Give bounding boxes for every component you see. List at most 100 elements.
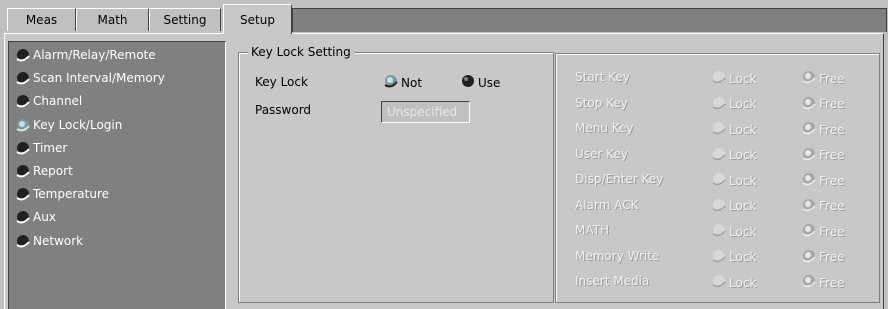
radio-free-label: Free xyxy=(819,148,845,162)
radio-free[interactable]: Free xyxy=(802,96,844,113)
radio-lock-label: Lock xyxy=(729,97,757,111)
radio-free[interactable]: Free xyxy=(802,172,844,189)
radio-lock[interactable]: Lock xyxy=(712,198,756,215)
radio-selected-icon xyxy=(16,118,30,132)
radio-disabled-icon xyxy=(712,121,726,138)
tab-setup[interactable]: Setup xyxy=(223,4,292,34)
sidebar-item-label: Scan Interval/Memory xyxy=(33,71,165,86)
group-title: Key Lock Setting xyxy=(248,45,354,59)
radio-lock-label: Lock xyxy=(729,275,757,290)
radio-free[interactable]: Free xyxy=(802,223,844,240)
sidebar-item-label: Aux xyxy=(33,210,56,225)
radio-lock[interactable]: Lock xyxy=(712,147,756,164)
key-lock-label: Key Lock xyxy=(255,75,308,89)
tab-label: Setting xyxy=(163,13,207,27)
sidebar-item-label: Alarm/Relay/Remote xyxy=(33,48,156,62)
radio-disabled-selected-icon xyxy=(802,249,816,266)
radio-lock[interactable]: Lock xyxy=(712,223,756,240)
radio-use-label: Use xyxy=(478,75,501,90)
radio-unselected-icon xyxy=(16,210,30,224)
radio-free-label: Free xyxy=(819,122,845,137)
sidebar-item[interactable]: Alarm/Relay/Remote xyxy=(16,45,156,65)
tab-label: Math xyxy=(97,13,128,27)
radio-use[interactable]: Use xyxy=(461,74,500,91)
radio-disabled-selected-icon xyxy=(802,172,816,189)
radio-lock-label: Lock xyxy=(729,122,757,137)
key-row-label: User Key xyxy=(575,146,628,161)
sidebar-item-label: Network xyxy=(33,233,84,248)
password-label: Password xyxy=(255,103,312,117)
sidebar-item[interactable]: Network xyxy=(16,231,83,251)
sidebar-item[interactable]: Report xyxy=(16,161,73,181)
radio-selected-icon xyxy=(384,74,398,91)
tab-label: Setup xyxy=(240,12,275,27)
key-row-label: Alarm ACK xyxy=(575,197,639,212)
radio-not-label: Not xyxy=(401,75,423,90)
sidebar-item[interactable]: Aux xyxy=(16,207,56,227)
radio-unselected-icon xyxy=(16,48,30,62)
radio-disabled-selected-icon xyxy=(802,274,816,291)
radio-not[interactable]: Not xyxy=(384,74,422,91)
radio-free-label: Free xyxy=(819,224,845,239)
radio-lock-label: Lock xyxy=(729,71,757,86)
radio-free[interactable]: Free xyxy=(802,121,844,138)
radio-disabled-icon xyxy=(712,96,726,113)
tab-bar-fill xyxy=(292,8,887,32)
radio-lock-label: Lock xyxy=(729,148,757,162)
radio-unselected-icon xyxy=(16,187,30,201)
radio-free[interactable]: Free xyxy=(802,274,844,291)
key-row-label: Memory Write xyxy=(575,248,660,263)
radio-disabled-selected-icon xyxy=(802,121,816,138)
radio-unselected-icon xyxy=(16,141,30,155)
key-row-label: Insert Media xyxy=(575,274,650,288)
radio-free-label: Free xyxy=(819,250,845,264)
radio-disabled-icon xyxy=(712,172,726,189)
key-row-label: MATH xyxy=(575,223,609,237)
radio-disabled-icon xyxy=(712,198,726,215)
radio-lock-label: Lock xyxy=(729,199,757,213)
radio-free[interactable]: Free xyxy=(802,70,844,87)
sidebar-item-label: Timer xyxy=(33,140,68,155)
radio-disabled-selected-icon xyxy=(802,223,816,240)
radio-free[interactable]: Free xyxy=(802,147,844,164)
sidebar-item[interactable]: Key Lock/Login xyxy=(16,115,122,135)
radio-unselected-icon xyxy=(16,94,30,108)
radio-free-label: Free xyxy=(819,173,845,188)
sidebar-item-label: Key Lock/Login xyxy=(33,117,123,132)
radio-unselected-icon xyxy=(16,164,30,178)
password-field[interactable]: Unspecified xyxy=(381,101,470,123)
radio-lock-label: Lock xyxy=(729,250,757,264)
radio-free[interactable]: Free xyxy=(802,198,844,215)
tab-math[interactable]: Math xyxy=(76,8,149,31)
radio-disabled-selected-icon xyxy=(802,147,816,164)
radio-disabled-selected-icon xyxy=(802,96,816,113)
radio-free-label: Free xyxy=(819,275,845,290)
radio-unselected-icon xyxy=(16,234,30,248)
radio-disabled-icon xyxy=(712,223,726,240)
sidebar-item[interactable]: Temperature xyxy=(16,184,109,204)
radio-lock[interactable]: Lock xyxy=(712,249,756,266)
radio-lock-label: Lock xyxy=(729,224,757,239)
key-row-label: Disp/Enter Key xyxy=(575,172,664,186)
radio-free[interactable]: Free xyxy=(802,249,844,266)
tab-label: Meas xyxy=(25,13,58,27)
radio-lock[interactable]: Lock xyxy=(712,96,756,113)
radio-disabled-selected-icon xyxy=(802,198,816,215)
sidebar-item[interactable]: Scan Interval/Memory xyxy=(16,68,165,88)
radio-lock[interactable]: Lock xyxy=(712,274,756,291)
sidebar-item[interactable]: Channel xyxy=(16,91,82,111)
tab-meas[interactable]: Meas xyxy=(7,8,76,31)
sidebar-item-label: Channel xyxy=(33,94,83,109)
radio-unselected-icon xyxy=(16,71,30,85)
sidebar-item[interactable]: Timer xyxy=(16,138,67,158)
key-row-label: Stop Key xyxy=(575,95,628,110)
sidebar-item-label: Report xyxy=(33,164,73,178)
tab-bar: Meas Math Setting Setup xyxy=(0,0,888,36)
radio-lock[interactable]: Lock xyxy=(712,172,756,189)
radio-lock[interactable]: Lock xyxy=(712,70,756,87)
tab-setting[interactable]: Setting xyxy=(149,8,221,31)
radio-disabled-icon xyxy=(712,70,726,87)
radio-free-label: Free xyxy=(819,199,845,213)
radio-lock[interactable]: Lock xyxy=(712,121,756,138)
radio-disabled-icon xyxy=(712,274,726,291)
